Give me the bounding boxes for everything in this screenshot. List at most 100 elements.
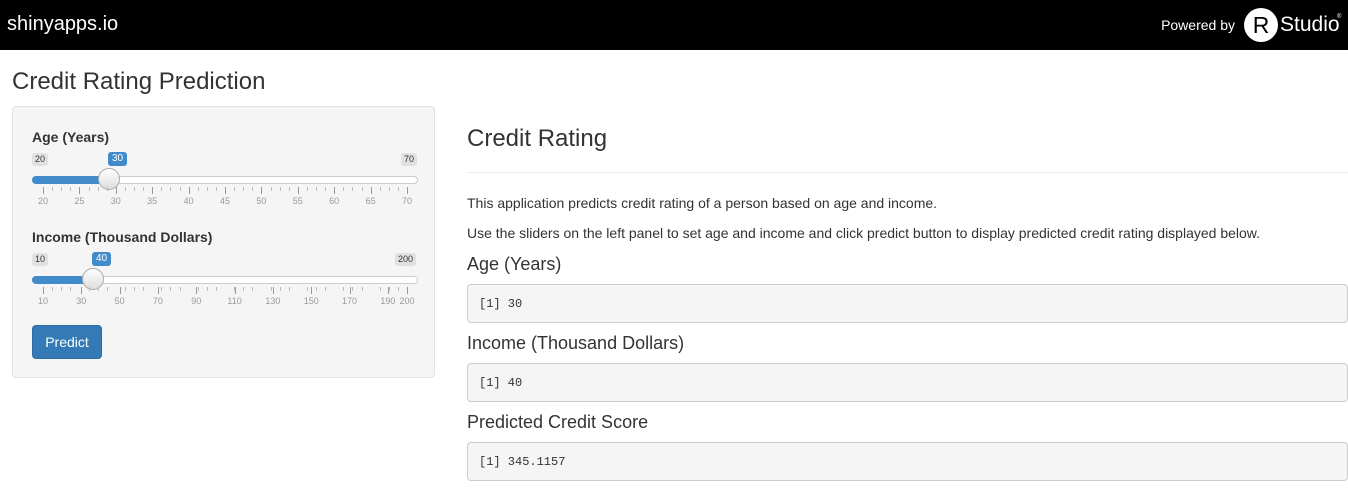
score-output: [1] 345.1157 [467,442,1348,481]
age-slider-tick-label: 20 [37,196,49,206]
income-slider-minor-tick [215,287,217,291]
age-slider-minor-tick [143,187,145,191]
age-slider-label: Age (Years) [32,129,110,145]
description-1: This application predicts credit rating … [467,195,938,211]
age-slider-minor-tick [170,187,172,191]
income-slider-tick [157,287,159,294]
income-slider-minor-tick [106,287,108,291]
age-slider-tick-label: 65 [365,196,376,206]
age-slider-max: 70 [401,153,418,166]
age-slider-tick-label: 50 [256,196,267,206]
income-output: [1] 40 [467,363,1348,402]
brand-logo[interactable]: shinyapps.io [7,13,118,36]
age-slider-minor-tick [270,187,272,191]
income-slider-tick-label: 30 [76,296,87,306]
income-slider-tick-label: 110 [227,296,242,306]
income-slider-tick [43,287,44,294]
income-slider-tick-label: 50 [114,296,125,306]
income-slider-tick-label: 130 [265,296,281,306]
income-slider-tick [311,287,313,294]
age-slider-minor-tick [52,187,54,191]
income-slider-tick-label: 170 [342,296,358,306]
income-slider-minor-tick [306,287,308,291]
r-logo-icon[interactable]: R [1244,8,1278,42]
income-slider-minor-tick [325,287,327,291]
divider [467,172,1348,173]
age-slider-minor-tick [179,187,181,191]
age-slider-minor-tick [215,187,217,191]
age-slider-min: 20 [32,153,49,166]
income-slider-minor-tick [397,287,399,291]
income-slider-minor-tick [352,287,354,291]
age-slider-minor-tick [134,187,135,191]
age-slider-tick [152,187,154,194]
income-slider-minor-tick [388,287,390,291]
income-slider-minor-tick [143,287,145,291]
age-output-heading: Age (Years) [467,254,562,274]
age-slider-tick [115,187,117,194]
description-2: Use the sliders on the left panel to set… [467,225,1261,241]
top-bar: shinyapps.io Powered by R Studio ® [0,0,1348,50]
age-slider-minor-tick [252,187,254,191]
age-slider-tick [297,187,299,194]
income-slider-minor-tick [170,287,172,291]
income-slider-value: 40 [92,252,112,266]
age-slider-minor-tick [288,187,290,191]
age-slider-minor-tick [243,187,245,191]
age-slider-tick [261,187,263,194]
income-slider-minor-tick [206,287,208,291]
income-slider-minor-tick [361,287,363,291]
age-slider-tick-label: 35 [147,196,158,206]
age-slider-minor-tick [379,187,381,191]
age-slider-minor-tick [234,187,236,191]
income-slider-tick-label: 190 [380,296,396,306]
income-slider-label: Income (Thousand Dollars) [32,229,213,245]
income-slider-minor-tick [52,287,54,291]
age-slider-minor-tick [388,187,390,191]
age-slider-minor-tick [279,187,281,191]
income-slider-tick-label: 200 [399,296,415,306]
age-slider-tick-label: 70 [401,196,413,206]
age-slider-minor-tick [61,187,63,191]
income-slider-handle[interactable] [82,268,104,290]
age-slider-tick [370,187,372,194]
age-slider-tick [407,187,408,194]
age-slider-tick [225,187,226,194]
predict-button[interactable]: Predict [32,325,102,359]
income-slider-minor-tick [288,287,290,291]
age-slider-minor-tick [397,187,399,191]
age-slider-tick [188,187,190,194]
income-slider-minor-tick [97,287,99,291]
income-slider-minor-tick [343,287,345,291]
income-slider-minor-tick [270,287,272,291]
age-slider-minor-tick [197,187,199,191]
income-slider-minor-tick [234,287,236,291]
income-slider-minor-tick [179,287,181,291]
age-slider-tick-label: 30 [110,196,121,206]
age-slider-minor-tick [161,187,163,191]
age-slider-tick [334,187,336,194]
income-slider-tick-label: 150 [303,296,319,306]
age-slider-minor-tick [70,187,72,191]
income-slider-tick [119,287,121,294]
income-slider-tick-label: 10 [37,296,49,306]
income-slider-max: 200 [395,253,417,266]
registered-mark: ® [1337,14,1342,20]
income-slider-minor-tick [379,287,381,291]
age-slider-minor-tick [316,187,317,191]
sidebar-panel: Age (Years) 20 30 70 20 25 30 35 40 45 50 55 60 6… [12,106,435,378]
income-slider-tick [81,287,83,294]
rstudio-logo-text[interactable]: Studio [1280,13,1340,37]
income-slider-minor-tick [252,287,254,291]
income-slider-minor-tick [124,287,126,291]
main-heading: Credit Rating [467,125,608,152]
score-output-heading: Predicted Credit Score [467,412,649,432]
income-slider-minor-tick [279,287,281,291]
age-slider-minor-tick [343,187,345,191]
income-output-heading: Income (Thousand Dollars) [467,333,685,353]
age-slider-minor-tick [325,187,327,191]
income-slider-min: 10 [32,253,49,266]
powered-by-label: Powered by [1161,17,1235,33]
income-slider-minor-tick [134,287,135,291]
income-slider-minor-tick [243,287,245,291]
